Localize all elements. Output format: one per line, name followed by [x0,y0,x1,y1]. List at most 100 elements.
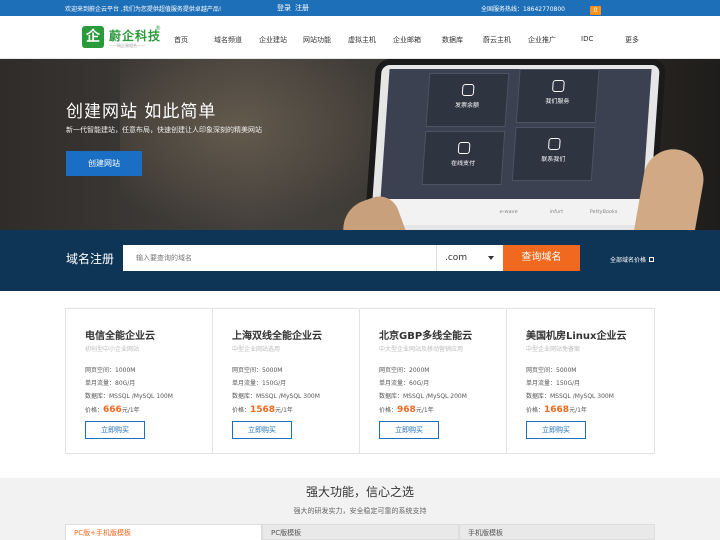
buy-now-button[interactable]: 立即购买 [526,421,586,439]
product-db: 数据库：MSSQL /MySQL 100M [85,393,173,400]
domain-search-button[interactable]: 查询域名 [503,245,580,271]
product-traffic: 单月流量：150G/月 [526,380,581,387]
welcome-text: 欢迎来到蔚企云平台 ,我们为您提供超值服务提供卓越产品! [65,6,222,13]
register-link[interactable]: 注册 [295,3,309,13]
price-unit: 元/1年 [415,407,434,414]
all-domain-prices-link[interactable]: 全部域名价格 [610,255,655,264]
tile-payment: 在线支付 [421,131,506,185]
chevron-down-icon [488,256,494,260]
price-label: 价格： [526,407,545,414]
nav-virtual-host[interactable]: 虚拟主机 [348,35,376,45]
product-card: 美国机房Linux企业云 中型企业网站免备案 网页空间：5000M 单月流量：1… [507,309,654,453]
product-title: 美国机房Linux企业云 [526,331,627,342]
price-label: 价格： [85,407,104,414]
nav-more[interactable]: 更多 [625,35,639,45]
product-space: 网页空间：2000M [379,367,430,374]
buy-now-button[interactable]: 立即购买 [232,421,292,439]
price-value: 1668 [544,405,570,415]
nav-idc[interactable]: IDC [581,35,593,43]
domain-search-bar: 域名注册 .com 查询域名 全部域名价格 [0,230,720,291]
tablet-image: 发票余额 我们服务 在线支付 联系我们 e-wave infurt PettyB… [363,59,667,230]
hotline-text: 全国服务热线：18642770800 [481,6,565,13]
product-cards: 电信全能企业云 初创型中小企业网站 网页空间：1000M 单月流量：80G/月 … [65,308,655,454]
price-value: 666 [103,405,122,415]
card-icon [457,142,471,154]
product-traffic: 单月流量：150G/月 [232,380,287,387]
nav-home[interactable]: 首页 [174,35,188,45]
price-unit: 元/1年 [121,407,140,414]
features-title: 强大功能，信心之选 [305,485,414,499]
tile-services-label: 我们服务 [545,98,570,105]
product-price: 价格：666元/1年 [85,405,140,415]
nav-domain[interactable]: 域名频道 [214,35,242,45]
product-db: 数据库：MSSQL /MySQL 300M [232,393,320,400]
tile-invoice-label: 发票余额 [454,102,480,109]
domain-label: 域名注册 [66,252,115,266]
cube-icon [551,80,565,92]
banner-title: 创建网站 如此简单 [66,102,217,122]
product-traffic: 单月流量：80G/月 [85,380,136,387]
strip-logo-pettybooks: PettyBooks [589,209,618,215]
top-bar: 欢迎来到蔚企云平台 ,我们为您提供超值服务提供卓越产品! 登录 注册 全国服务热… [0,0,720,16]
product-db: 数据库：MSSQL /MySQL 200M [379,393,467,400]
cart-badge[interactable]: 0 [590,6,601,15]
product-space: 网页空间：5000M [232,367,283,374]
product-price: 价格：1568元/1年 [232,405,293,415]
price-label: 价格： [379,407,398,414]
template-tabs: PC版+手机版模板 PC版模板 手机版模板 [65,524,655,540]
tablet-logo-strip: e-wave infurt PettyBooks [378,199,643,225]
nav-site-features[interactable]: 网站功能 [303,35,331,45]
product-price: 价格：1668元/1年 [526,405,587,415]
product-title: 电信全能企业云 [85,331,155,342]
main-nav: 首页 域名频道 企业建站 网站功能 虚拟主机 企业邮箱 数据库 蔚云主机 企业推… [0,16,720,59]
domain-suffix-value: .com [445,253,468,263]
tile-services: 我们服务 [515,69,600,123]
tile-contact: 联系我们 [511,127,596,181]
tab-pc[interactable]: PC版模板 [262,524,459,540]
buy-now-button[interactable]: 立即购买 [85,421,145,439]
product-desc: 中型企业网站选用 [232,346,281,353]
product-space: 网页空间：1000M [85,367,136,374]
product-desc: 中型企业网站免备案 [526,346,581,353]
price-label: 价格： [232,407,251,414]
product-card: 北京GBP多线全能云 中大型企业网站及移动营销应用 网页空间：2000M 单月流… [360,309,507,453]
banner-subtitle: 新一代智能建站，任意布局，快速创建让人印象深刻的精美网站 [66,126,262,134]
strip-logo-infurt: infurt [549,209,564,215]
tile-invoice: 发票余额 [425,73,510,127]
nav-database[interactable]: 数据库 [442,35,463,45]
product-price: 价格：968元/1年 [379,405,434,415]
tile-contact-label: 联系我们 [541,156,566,163]
login-link[interactable]: 登录 [277,3,291,13]
strip-logo-ewave: e-wave [499,209,518,215]
product-space: 网页空间：5000M [526,367,577,374]
product-card: 电信全能企业云 初创型中小企业网站 网页空间：1000M 单月流量：80G/月 … [66,309,213,453]
nav-site-build[interactable]: 企业建站 [259,35,287,45]
tab-mobile[interactable]: 手机版模板 [459,524,655,540]
features-subtitle: 强大的研发实力，安全稳定可靠的系统支持 [293,507,427,515]
product-desc: 初创型中小企业网站 [85,346,140,353]
features-section: 强大功能，信心之选 强大的研发实力，安全稳定可靠的系统支持 PC版+手机版模板 … [0,478,720,540]
domain-search-input[interactable] [123,245,436,271]
product-desc: 中大型企业网站及移动营销应用 [379,346,464,353]
nav-promotion[interactable]: 企业推广 [528,35,556,45]
price-unit: 元/1年 [569,407,587,414]
domain-suffix-select[interactable]: .com [436,245,503,271]
tab-pc-mobile[interactable]: PC版+手机版模板 [65,524,262,540]
buy-now-button[interactable]: 立即购买 [379,421,439,439]
hero-banner: 发票余额 我们服务 在线支付 联系我们 e-wave infurt PettyB… [0,59,720,230]
user-icon [547,138,561,150]
price-unit: 元/1年 [275,407,293,414]
site-header: 企 蔚企科技 ® ——网企易相合—— 首页 域名频道 企业建站 网站功能 虚拟主… [0,16,720,59]
product-title: 北京GBP多线全能云 [379,331,473,342]
all-domain-prices-label: 全部域名价格 [610,257,647,264]
clock-icon [461,84,475,96]
tile-payment-label: 在线支付 [450,160,476,167]
product-title: 上海双线全能企业云 [232,331,322,342]
nav-cloud-host[interactable]: 蔚云主机 [483,35,511,45]
nav-email[interactable]: 企业邮箱 [393,35,421,45]
create-site-button[interactable]: 创建网站 [66,151,142,176]
product-card: 上海双线全能企业云 中型企业网站选用 网页空间：5000M 单月流量：150G/… [213,309,360,453]
product-db: 数据库：MSSQL /MySQL 300M [526,393,614,400]
price-value: 968 [397,405,416,415]
product-traffic: 单月流量：60G/月 [379,380,430,387]
